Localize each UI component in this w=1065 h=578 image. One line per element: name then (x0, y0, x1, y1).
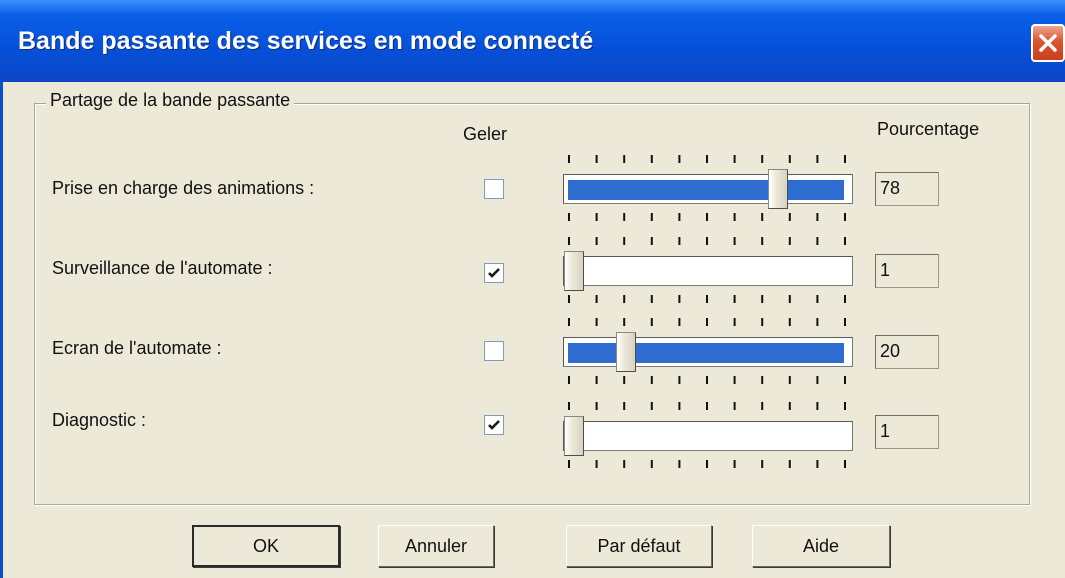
row-label-plc-monitoring: Surveillance de l'automate : (52, 258, 273, 278)
close-button[interactable] (1031, 24, 1065, 62)
freeze-checkbox-plc-screen[interactable] (484, 341, 504, 361)
slider-thumb[interactable] (616, 332, 636, 372)
slider-track[interactable] (563, 251, 853, 291)
slider-diagnostic[interactable] (563, 395, 853, 475)
tick-marks (568, 213, 846, 221)
tick-marks (568, 376, 846, 384)
ok-button[interactable]: OK (192, 525, 340, 567)
checkmark-icon (488, 420, 500, 430)
tick-marks (568, 155, 846, 163)
slider-thumb[interactable] (564, 416, 584, 456)
checkmark-icon (488, 268, 500, 278)
slider-fill (568, 343, 844, 363)
tick-marks (568, 318, 846, 326)
freeze-checkbox-plc-monitoring[interactable] (484, 263, 504, 283)
tick-marks (568, 295, 846, 303)
percentage-column-header: Pourcentage (877, 119, 980, 139)
close-icon (1039, 34, 1057, 52)
slider-track[interactable] (563, 169, 853, 209)
slider-thumb[interactable] (564, 251, 584, 291)
row-label-plc-screen: Ecran de l'automate : (52, 338, 222, 358)
freeze-checkbox-diagnostic[interactable] (484, 415, 504, 435)
slider-plc-monitoring[interactable] (563, 230, 853, 310)
percentage-field-animations[interactable]: 78 (875, 172, 939, 206)
help-button[interactable]: Aide (752, 525, 890, 567)
group-legend: Partage de la bande passante (46, 90, 295, 111)
window-border (0, 82, 3, 578)
slider-track[interactable] (563, 416, 853, 456)
cancel-button[interactable]: Annuler (378, 525, 494, 567)
percentage-field-plc-monitoring[interactable]: 1 (875, 254, 939, 288)
default-button[interactable]: Par défaut (566, 525, 712, 567)
title-bar[interactable]: Bande passante des services en mode conn… (0, 0, 1065, 82)
slider-animations[interactable] (563, 148, 853, 228)
percentage-field-diagnostic[interactable]: 1 (875, 415, 939, 449)
tick-marks (568, 460, 846, 468)
slider-fill (568, 180, 844, 200)
row-label-animations: Prise en charge des animations : (52, 178, 315, 198)
window-title: Bande passante des services en mode conn… (18, 27, 594, 55)
slider-plc-screen[interactable] (563, 311, 853, 391)
percentage-field-plc-screen[interactable]: 20 (875, 335, 939, 369)
row-label-diagnostic: Diagnostic : (52, 410, 147, 430)
freeze-checkbox-animations[interactable] (484, 179, 504, 199)
tick-marks (568, 237, 846, 245)
tick-marks (568, 402, 846, 410)
slider-thumb[interactable] (768, 169, 788, 209)
freeze-column-header: Geler (463, 124, 508, 144)
slider-track[interactable] (563, 332, 853, 372)
dialog-window: Bande passante des services en mode conn… (0, 0, 1065, 578)
